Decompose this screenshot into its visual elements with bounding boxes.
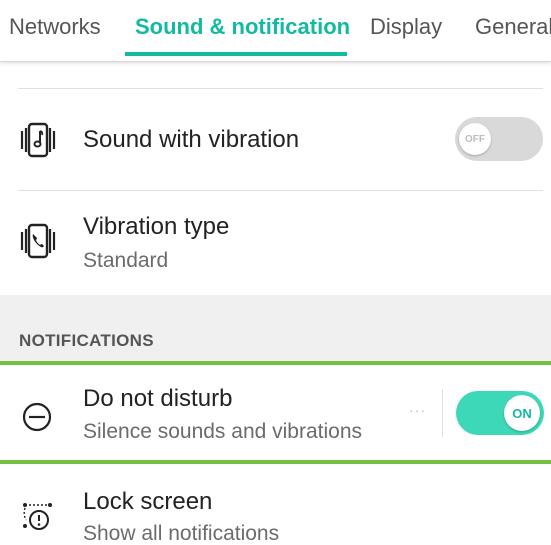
tab-sound-notification[interactable]: Sound & notification	[135, 14, 350, 40]
tab-display[interactable]: Display	[370, 14, 442, 40]
sound-with-vibration-toggle[interactable]: OFF	[455, 117, 543, 161]
tab-general[interactable]: General	[475, 14, 551, 40]
do-not-disturb-label: Do not disturb	[83, 385, 233, 412]
minus-circle-icon	[22, 402, 52, 437]
vibration-type-value: Standard	[83, 249, 169, 272]
vibration-type-label: Vibration type	[83, 213, 230, 240]
toggle-knob: OFF	[459, 123, 491, 155]
tab-bar: Networks Sound & notification Display Ge…	[0, 0, 551, 62]
lock-screen-label: Lock screen	[83, 488, 213, 515]
more-options-icon[interactable]: ···	[409, 402, 426, 418]
lock-screen-notification-icon	[20, 500, 56, 539]
sound-with-vibration-label: Sound with vibration	[83, 126, 300, 153]
vertical-separator	[442, 389, 443, 437]
lock-screen-summary: Show all notifications	[83, 522, 280, 545]
vibrate-music-icon	[17, 122, 59, 163]
do-not-disturb-summary: Silence sounds and vibrations	[83, 420, 363, 443]
toggle-knob: ON	[504, 395, 540, 431]
vibrate-phone-icon	[17, 223, 59, 264]
active-tab-indicator	[125, 52, 347, 56]
do-not-disturb-toggle[interactable]: ON	[456, 391, 544, 435]
tab-networks[interactable]: Networks	[9, 14, 101, 40]
section-header-label: NOTIFICATIONS	[19, 331, 154, 350]
settings-screen: Networks Sound & notification Display Ge…	[0, 0, 551, 545]
vibration-type-row[interactable]: Vibration type Standard	[0, 191, 551, 294]
lock-screen-row[interactable]: Lock screen Show all notifications	[0, 464, 551, 545]
section-header-notifications: NOTIFICATIONS	[0, 295, 551, 361]
